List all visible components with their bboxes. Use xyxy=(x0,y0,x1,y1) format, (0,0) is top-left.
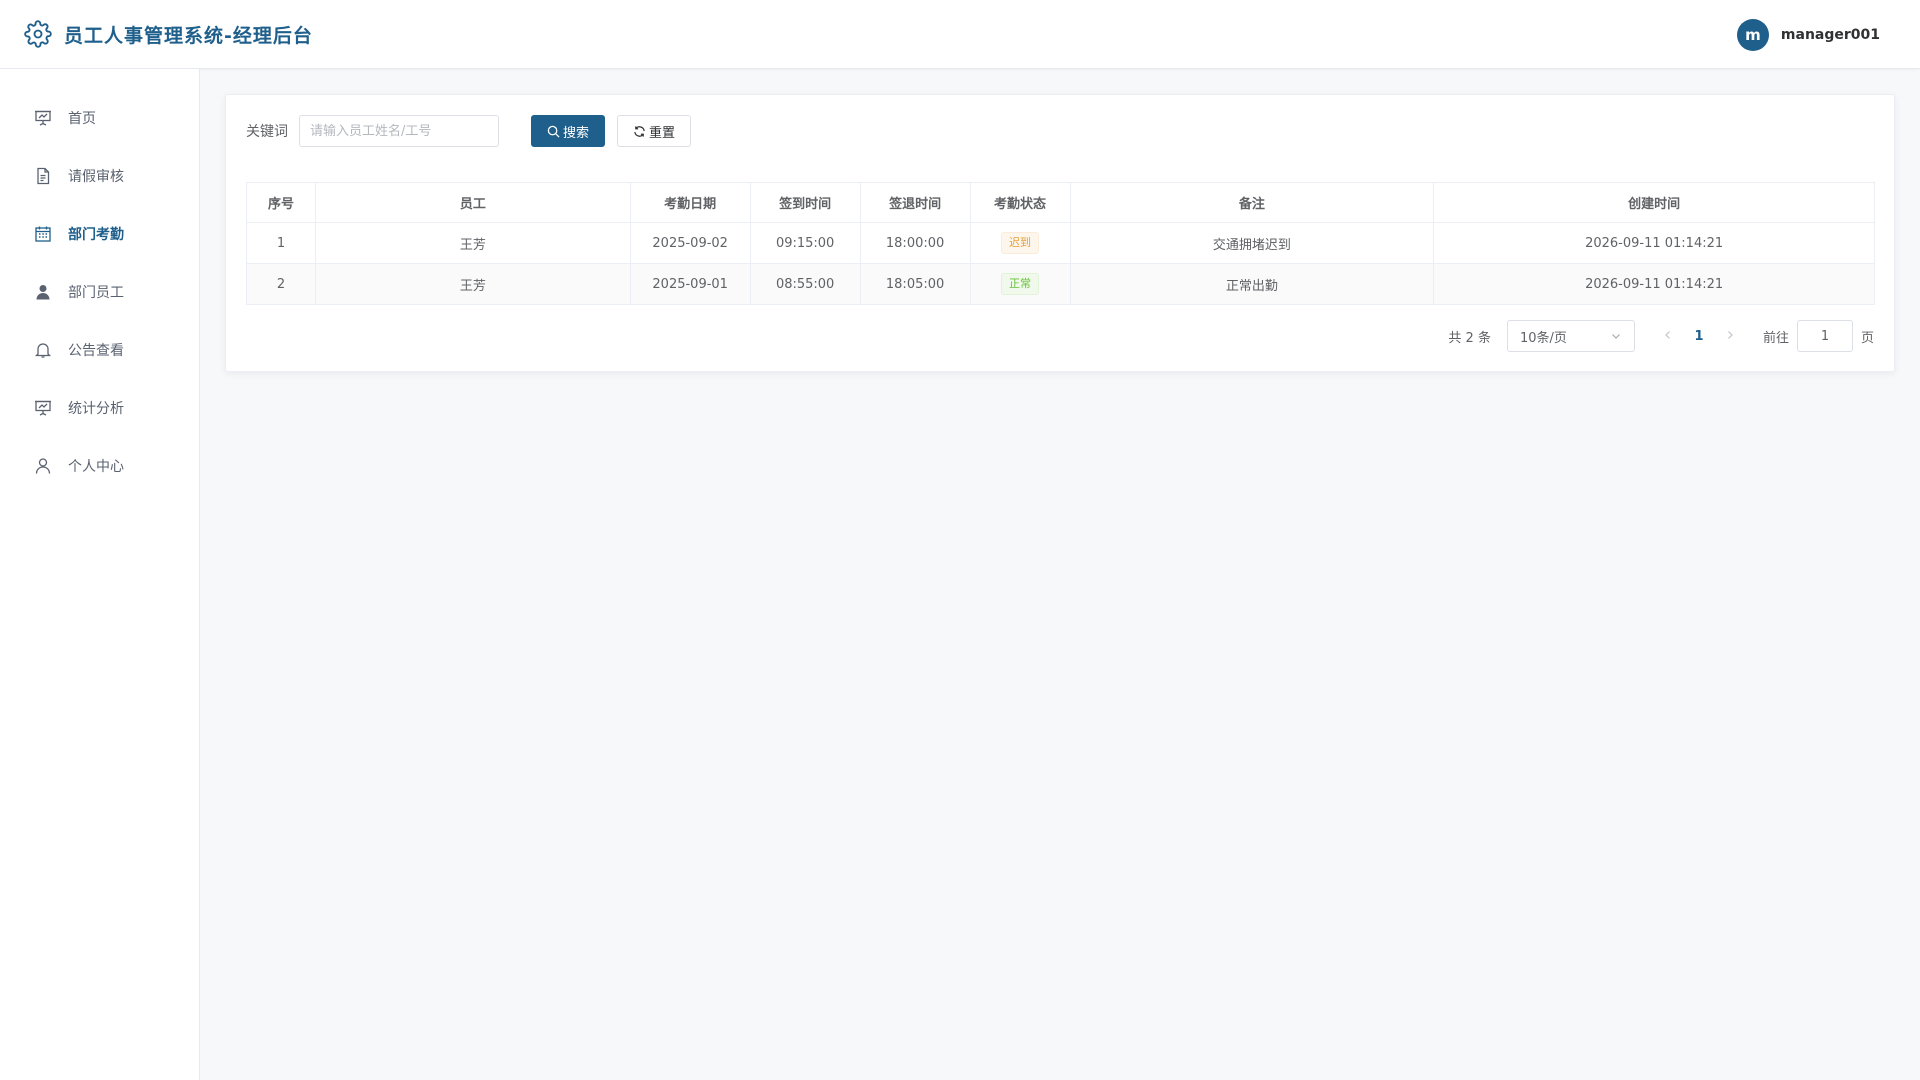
sidebar-item-profile[interactable]: 个人中心 xyxy=(0,437,199,495)
cell-sign-out: 18:05:00 xyxy=(859,263,971,305)
attendance-table: 序号 员工 考勤日期 签到时间 签退时间 考勤状态 备注 创建时间 1 王芳 2… xyxy=(246,182,1875,305)
next-page-button[interactable] xyxy=(1719,328,1741,344)
presentation-icon xyxy=(34,109,52,127)
reset-button-label: 重置 xyxy=(648,125,675,141)
cell-index: 1 xyxy=(246,222,316,264)
keyword-label: 关键词 xyxy=(246,124,288,140)
username[interactable]: manager001 xyxy=(1781,27,1880,43)
column-header[interactable]: 员工 xyxy=(314,182,631,223)
sidebar-item-dept-employees[interactable]: 部门员工 xyxy=(0,263,199,321)
cell-sign-in: 08:55:00 xyxy=(749,263,861,305)
search-bar: 关键词 搜索 重置 xyxy=(246,115,691,147)
bell-icon xyxy=(34,341,52,359)
presentation-chart-icon xyxy=(34,399,52,417)
column-header[interactable]: 考勤日期 xyxy=(629,182,751,223)
prev-page-button[interactable] xyxy=(1657,328,1679,344)
cell-remark: 交通拥堵迟到 xyxy=(1069,222,1435,264)
sidebar-item-dept-attendance[interactable]: 部门考勤 xyxy=(0,205,199,263)
chevron-right-icon xyxy=(1728,331,1733,339)
cell-sign-in: 09:15:00 xyxy=(749,222,861,264)
sidebar-item-statistics[interactable]: 统计分析 xyxy=(0,379,199,437)
sidebar-item-label: 统计分析 xyxy=(68,401,124,417)
sidebar-item-announcements[interactable]: 公告查看 xyxy=(0,321,199,379)
goto-suffix: 页 xyxy=(1860,330,1874,346)
app-title: 员工人事管理系统-经理后台 xyxy=(64,24,313,47)
column-header[interactable]: 备注 xyxy=(1069,182,1435,223)
reset-button[interactable]: 重置 xyxy=(617,115,691,147)
cell-created: 2026-09-11 01:14:21 xyxy=(1433,263,1875,305)
sidebar-item-leave-review[interactable]: 请假审核 xyxy=(0,147,199,205)
column-header[interactable]: 序号 xyxy=(246,182,316,223)
column-header[interactable]: 考勤状态 xyxy=(969,182,1071,223)
user-icon xyxy=(34,457,52,475)
sidebar-item-label: 个人中心 xyxy=(68,459,124,475)
table-row[interactable]: 2 王芳 2025-09-01 08:55:00 18:05:00 正常 正常出… xyxy=(246,263,1875,305)
cell-index: 2 xyxy=(246,263,316,305)
sidebar-item-home[interactable]: 首页 xyxy=(0,89,199,147)
brand: 员工人事管理系统-经理后台 xyxy=(24,20,313,48)
goto-page: 前往 页 xyxy=(1763,320,1874,352)
top-header: 员工人事管理系统-经理后台 m manager001 xyxy=(0,0,1920,69)
cell-status: 迟到 xyxy=(969,222,1071,264)
cell-date: 2025-09-01 xyxy=(629,263,751,305)
cell-employee: 王芳 xyxy=(314,263,631,305)
cell-created: 2026-09-11 01:14:21 xyxy=(1433,222,1875,264)
document-icon xyxy=(34,167,52,185)
table-row[interactable]: 1 王芳 2025-09-02 09:15:00 18:00:00 迟到 交通拥… xyxy=(246,222,1875,264)
search-input[interactable] xyxy=(299,115,499,147)
goto-label: 前往 xyxy=(1762,330,1789,346)
refresh-icon xyxy=(634,125,645,137)
user-filled-icon xyxy=(34,283,52,301)
page-number-current[interactable]: 1 xyxy=(1679,329,1719,344)
search-icon xyxy=(547,125,560,138)
sidebar-item-label: 部门员工 xyxy=(68,285,124,301)
sidebar-item-label: 首页 xyxy=(68,111,96,127)
cell-date: 2025-09-02 xyxy=(629,222,751,264)
chevron-left-icon xyxy=(1665,331,1670,339)
table-header-row: 序号 员工 考勤日期 签到时间 签退时间 考勤状态 备注 创建时间 xyxy=(246,182,1875,223)
column-header[interactable]: 签到时间 xyxy=(749,182,861,223)
chevron-down-icon xyxy=(1612,334,1620,339)
column-header[interactable]: 签退时间 xyxy=(859,182,971,223)
status-badge: 正常 xyxy=(1001,273,1040,295)
cell-status: 正常 xyxy=(969,263,1071,305)
page-size-value: 10条/页 xyxy=(1519,330,1567,346)
status-badge: 迟到 xyxy=(1001,232,1040,254)
pagination-total: 共 2 条 xyxy=(1448,330,1491,346)
column-header[interactable]: 创建时间 xyxy=(1433,182,1875,223)
cell-employee: 王芳 xyxy=(314,222,631,264)
avatar[interactable]: m xyxy=(1736,18,1769,51)
search-button-label: 搜索 xyxy=(562,125,589,141)
pagination: 共 2 条 10条/页 1 前往 页 xyxy=(1448,320,1874,352)
cell-sign-out: 18:00:00 xyxy=(859,222,971,264)
sidebar: 首页 请假审核 部门考勤 部门员工 公告查看 统计分析 个人中心 xyxy=(0,69,200,1080)
sidebar-menu: 首页 请假审核 部门考勤 部门员工 公告查看 统计分析 个人中心 xyxy=(0,69,199,495)
sidebar-item-label: 部门考勤 xyxy=(68,227,124,243)
search-button[interactable]: 搜索 xyxy=(531,115,605,147)
goto-page-input[interactable] xyxy=(1796,320,1853,352)
attendance-card: 关键词 搜索 重置 序号 员工 考勤日期 签到时间 签退时间 考勤状态 备注 创… xyxy=(225,94,1895,372)
calendar-icon xyxy=(34,225,52,243)
cell-remark: 正常出勤 xyxy=(1069,263,1435,305)
sidebar-item-label: 公告查看 xyxy=(68,343,124,359)
sidebar-item-label: 请假审核 xyxy=(68,169,124,185)
page-size-select[interactable]: 10条/页 xyxy=(1506,320,1635,352)
user-menu[interactable]: m manager001 xyxy=(1736,0,1880,69)
gear-icon xyxy=(24,20,52,48)
